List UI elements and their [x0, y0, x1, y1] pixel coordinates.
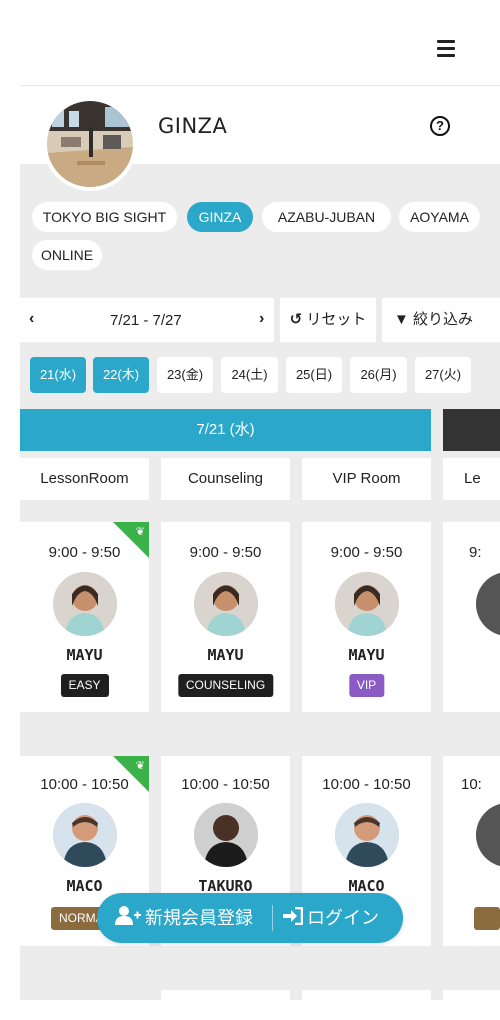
filter-label: 絞り込み	[413, 311, 474, 328]
lesson-time: 9:	[469, 544, 482, 561]
next-week-button[interactable]: ›	[259, 310, 264, 328]
next-date-header	[443, 409, 500, 451]
studio-tab-online[interactable]: ONLINE	[32, 240, 102, 270]
instructor-avatar	[53, 803, 117, 867]
day-tab-25[interactable]: 25(日)	[286, 357, 342, 393]
column-gap	[20, 990, 149, 1000]
day-tabs: 21(水) 22(木) 23(金) 24(土) 25(日) 26(月) 27(火…	[30, 357, 500, 393]
column-gap	[290, 990, 302, 1000]
week-range: 7/21 - 7/27	[110, 312, 182, 329]
lesson-badge: COUNSELING	[177, 674, 274, 697]
cta-separator	[272, 905, 273, 931]
week-toolbar: ‹ 7/21 - 7/27 › ↺ リセット ▼ 絞り込み	[20, 298, 500, 342]
lesson-card[interactable]: ❦ 9:00 - 9:50 MAYU EASY	[20, 522, 149, 712]
day-tab-26[interactable]: 26(月)	[350, 357, 407, 393]
user-plus-icon	[115, 894, 141, 944]
date-header: 7/21 (水)	[20, 409, 431, 451]
instructor-name: MAYU	[66, 646, 103, 664]
instructor-avatar	[53, 572, 117, 636]
week-navigator: ‹ 7/21 - 7/27 ›	[20, 298, 274, 342]
question-circle-icon[interactable]: ?	[430, 116, 450, 136]
prev-week-button[interactable]: ‹	[29, 310, 34, 328]
instructor-avatar	[476, 572, 500, 636]
room-header-partial: Le	[443, 458, 500, 500]
lesson-time: 9:00 - 9:50	[48, 544, 121, 561]
studio-image	[43, 97, 137, 191]
lesson-card[interactable]: 9:00 - 9:50 MAYU VIP	[302, 522, 431, 712]
rotate-left-icon: ↺	[289, 311, 303, 328]
lesson-time: 10:	[461, 776, 482, 793]
column-gap	[149, 990, 161, 1000]
lesson-time: 9:00 - 9:50	[330, 544, 403, 561]
lesson-card[interactable]: 10:	[443, 756, 500, 946]
studio-tab-aoyama[interactable]: AOYAMA	[399, 202, 480, 232]
instructor-avatar	[476, 803, 500, 867]
lesson-badge	[474, 907, 500, 930]
beginner-leaf-icon: ❦	[135, 526, 145, 538]
room-header-lessonroom: LessonRoom	[20, 458, 149, 500]
filter-icon: ▼	[394, 311, 409, 328]
reset-button[interactable]: ↺ リセット	[280, 298, 376, 342]
lesson-badge: VIP	[348, 674, 385, 697]
room-header-counseling: Counseling	[161, 458, 290, 500]
day-tab-23[interactable]: 23(金)	[157, 357, 213, 393]
studio-title: GINZA	[158, 114, 228, 138]
sign-in-icon	[283, 894, 304, 944]
floating-cta: 新規会員登録 ログイン	[97, 893, 403, 943]
studio-tab-tokyo-big-sight[interactable]: TOKYO BIG SIGHT	[32, 202, 177, 232]
instructor-name: MAYU	[348, 646, 385, 664]
lesson-time: 9:00 - 9:50	[189, 544, 262, 561]
lesson-time: 10:00 - 10:50	[322, 776, 411, 793]
top-bar	[0, 0, 500, 86]
lesson-time: 10:00 - 10:50	[181, 776, 270, 793]
register-label: 新規会員登録	[145, 908, 253, 928]
column-gap	[431, 990, 443, 1000]
login-label: ログイン	[307, 908, 379, 928]
studio-tab-azabu-juban[interactable]: AZABU-JUBAN	[262, 202, 391, 232]
reset-label: リセット	[306, 311, 367, 328]
lesson-time: 10:00 - 10:50	[40, 776, 129, 793]
lesson-badge: EASY	[60, 674, 109, 697]
register-button[interactable]: 新規会員登録	[115, 893, 253, 943]
lesson-card[interactable]: 9:00 - 9:50 MAYU COUNSELING	[161, 522, 290, 712]
lesson-card[interactable]: 9:	[443, 522, 500, 712]
login-button[interactable]: ログイン	[283, 893, 379, 943]
hamburger-icon[interactable]	[437, 40, 455, 57]
instructor-avatar	[194, 572, 258, 636]
day-tab-21[interactable]: 21(水)	[30, 357, 86, 393]
day-tab-22[interactable]: 22(木)	[93, 357, 149, 393]
filter-button[interactable]: ▼ 絞り込み	[382, 298, 500, 342]
day-tab-24[interactable]: 24(土)	[221, 357, 278, 393]
day-tab-27[interactable]: 27(火)	[415, 357, 471, 393]
instructor-name: MAYU	[207, 646, 244, 664]
studio-tab-ginza[interactable]: GINZA	[187, 202, 253, 232]
beginner-leaf-icon: ❦	[135, 760, 145, 772]
instructor-avatar	[335, 803, 399, 867]
instructor-avatar	[335, 572, 399, 636]
room-header-vip-room: VIP Room	[302, 458, 431, 500]
instructor-avatar	[194, 803, 258, 867]
